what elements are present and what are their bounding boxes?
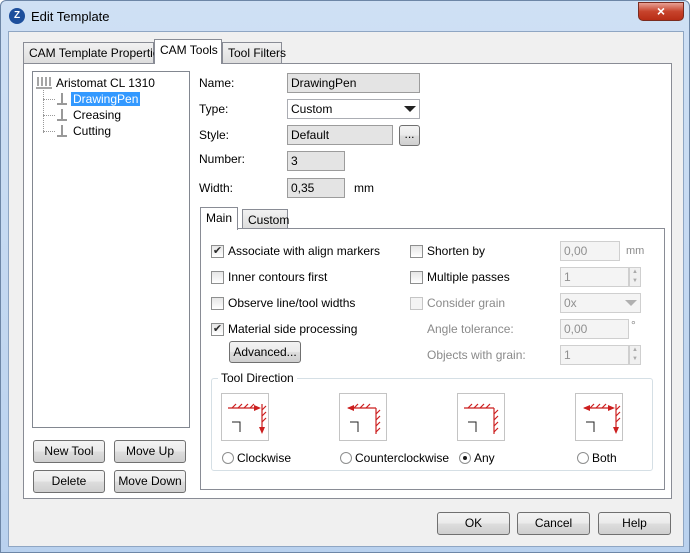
shorten-by-label: Shorten by bbox=[427, 244, 486, 258]
chevron-down-icon bbox=[624, 297, 638, 309]
new-tool-button[interactable]: New Tool bbox=[33, 440, 105, 463]
material-side-label: Material side processing bbox=[228, 322, 358, 336]
style-field[interactable]: Default bbox=[287, 125, 393, 145]
multiple-passes-spinner[interactable]: ▲ ▼ bbox=[629, 267, 641, 287]
pen-icon bbox=[57, 93, 67, 105]
tree-line bbox=[43, 99, 55, 100]
clockwise-radio[interactable] bbox=[222, 452, 234, 464]
tab-cam-template-properties[interactable]: CAM Template Properties bbox=[23, 42, 166, 64]
style-browse-button[interactable]: ... bbox=[399, 125, 420, 146]
objects-with-grain-spinner[interactable]: ▲ ▼ bbox=[629, 345, 641, 365]
dialog-window: Z Edit Template × CAM Template Propertie… bbox=[0, 0, 690, 553]
consider-grain-checkbox[interactable] bbox=[410, 297, 423, 310]
associate-label: Associate with align markers bbox=[228, 244, 381, 258]
observe-widths-label: Observe line/tool widths bbox=[228, 296, 356, 310]
cancel-button[interactable]: Cancel bbox=[517, 512, 590, 535]
name-field[interactable]: DrawingPen bbox=[287, 73, 420, 93]
tree-line bbox=[43, 90, 44, 133]
move-down-button[interactable]: Move Down bbox=[114, 470, 186, 493]
ok-button[interactable]: OK bbox=[437, 512, 510, 535]
dialog-client: CAM Template Properties CAM Tools Tool F… bbox=[8, 31, 684, 547]
both-radio[interactable] bbox=[577, 452, 589, 464]
clockwise-label: Clockwise bbox=[237, 451, 292, 465]
tree-line bbox=[43, 131, 55, 132]
tool-tree[interactable]: Aristomat CL 1310 DrawingPen Creasing Cu… bbox=[32, 71, 190, 428]
objects-with-grain-field[interactable]: 1 bbox=[560, 345, 629, 365]
observe-widths-checkbox[interactable] bbox=[211, 297, 224, 310]
width-label: Width: bbox=[199, 181, 234, 195]
chevron-down-icon bbox=[403, 103, 417, 115]
grain-select[interactable]: 0x bbox=[560, 293, 641, 313]
help-button[interactable]: Help bbox=[598, 512, 671, 535]
window-title: Edit Template bbox=[31, 9, 110, 24]
width-field[interactable]: 0,35 bbox=[287, 178, 345, 198]
type-select[interactable]: Custom bbox=[287, 99, 420, 119]
angle-unit: ° bbox=[631, 318, 636, 332]
grain-select-value: 0x bbox=[564, 296, 577, 310]
angle-tolerance-field[interactable]: 0,00 bbox=[560, 319, 629, 339]
multiple-passes-field[interactable]: 1 bbox=[560, 267, 629, 287]
any-label: Any bbox=[474, 451, 495, 465]
both-directions-icon bbox=[575, 393, 623, 441]
tree-item-creasing[interactable]: Creasing bbox=[71, 108, 123, 122]
angle-tolerance-label: Angle tolerance: bbox=[427, 322, 514, 336]
any-direction-icon bbox=[457, 393, 505, 441]
tool-group-icon bbox=[36, 77, 52, 89]
multiple-passes-checkbox[interactable] bbox=[410, 271, 423, 284]
knife-icon bbox=[57, 125, 67, 137]
crease-icon bbox=[57, 109, 67, 121]
delete-button[interactable]: Delete bbox=[33, 470, 105, 493]
counterclockwise-radio[interactable] bbox=[340, 452, 352, 464]
number-label: Number: bbox=[199, 152, 246, 166]
tab-cam-tools[interactable]: CAM Tools bbox=[154, 39, 222, 64]
cam-tools-panel: Aristomat CL 1310 DrawingPen Creasing Cu… bbox=[23, 63, 672, 499]
clockwise-icon bbox=[221, 393, 269, 441]
move-up-button[interactable]: Move Up bbox=[114, 440, 186, 463]
shorten-by-unit: mm bbox=[626, 245, 645, 257]
shorten-by-field[interactable]: 0,00 bbox=[560, 241, 620, 261]
tree-line bbox=[43, 115, 55, 116]
inner-contours-label: Inner contours first bbox=[228, 270, 328, 284]
app-logo-icon: Z bbox=[9, 8, 25, 24]
tree-item-drawingpen[interactable]: DrawingPen bbox=[71, 92, 141, 106]
any-radio[interactable] bbox=[459, 452, 471, 464]
multiple-passes-label: Multiple passes bbox=[427, 270, 510, 284]
number-field[interactable]: 3 bbox=[287, 151, 345, 171]
tool-direction-title: Tool Direction bbox=[218, 371, 297, 385]
style-label: Style: bbox=[199, 128, 230, 142]
tree-root-label[interactable]: Aristomat CL 1310 bbox=[54, 76, 157, 90]
tree-item-cutting[interactable]: Cutting bbox=[71, 124, 113, 138]
type-select-value: Custom bbox=[291, 102, 333, 116]
objects-with-grain-label: Objects with grain: bbox=[427, 348, 526, 362]
type-label: Type: bbox=[199, 102, 229, 116]
name-label: Name: bbox=[199, 76, 235, 90]
tab-tool-filters[interactable]: Tool Filters bbox=[222, 42, 286, 64]
material-side-checkbox[interactable]: ✔ bbox=[211, 323, 224, 336]
counterclockwise-icon bbox=[339, 393, 387, 441]
advanced-button[interactable]: Advanced... bbox=[229, 341, 301, 363]
main-options-panel: ✔ Associate with align markers Inner con… bbox=[200, 228, 665, 490]
consider-grain-label: Consider grain bbox=[427, 296, 506, 310]
title-bar[interactable]: Z Edit Template × bbox=[1, 1, 689, 31]
shorten-by-checkbox[interactable] bbox=[410, 245, 423, 258]
width-unit: mm bbox=[354, 181, 374, 195]
subtab-custom[interactable]: Custom bbox=[242, 209, 289, 229]
close-button[interactable]: × bbox=[638, 2, 684, 21]
inner-contours-checkbox[interactable] bbox=[211, 271, 224, 284]
subtab-main[interactable]: Main bbox=[200, 207, 238, 230]
both-label: Both bbox=[592, 451, 617, 465]
counterclockwise-label: Counterclockwise bbox=[355, 451, 450, 465]
associate-checkbox[interactable]: ✔ bbox=[211, 245, 224, 258]
